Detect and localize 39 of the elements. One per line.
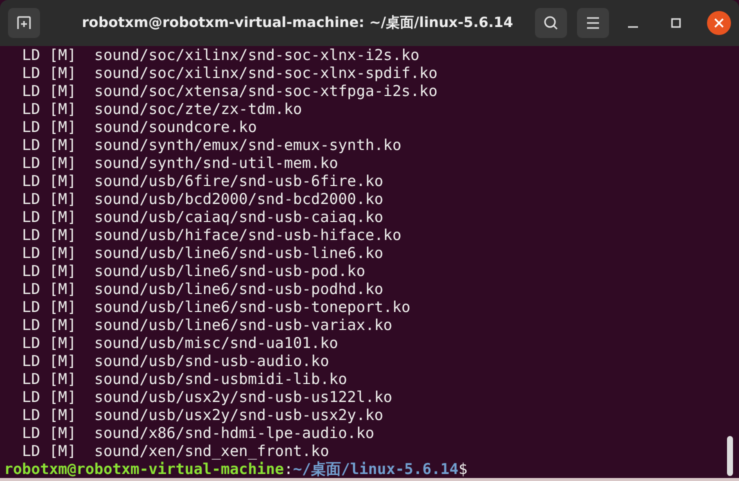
close-button[interactable]	[707, 11, 731, 35]
maximize-icon	[671, 18, 681, 28]
scrollbar-thumb[interactable]	[727, 436, 733, 476]
output-line: LD [M] sound/usb/6fire/snd-usb-6fire.ko	[21, 172, 384, 190]
output-line: LD [M] sound/usb/line6/snd-usb-variax.ko	[21, 316, 394, 334]
output-line: LD [M] sound/usb/bcd2000/snd-bcd2000.ko	[21, 190, 384, 208]
search-icon	[543, 15, 559, 31]
output-line: LD [M] sound/usb/usx2y/snd-usb-usx2y.ko	[21, 406, 384, 424]
output-line: LD [M] sound/soc/xilinx/snd-soc-xlnx-i2s.ko	[21, 46, 420, 64]
minimize-icon	[628, 26, 638, 28]
new-tab-icon	[16, 15, 32, 31]
new-tab-button[interactable]	[8, 8, 40, 38]
output-line: LD [M] sound/usb/line6/snd-usb-pod.ko	[21, 262, 366, 280]
output-line: LD [M] sound/soc/zte/zx-tdm.ko	[21, 100, 304, 118]
output-line: LD [M] sound/synth/snd-util-mem.ko	[21, 154, 340, 172]
prompt-path: ~/桌面/linux-5.6.14	[293, 460, 458, 478]
menu-icon	[586, 17, 600, 29]
output-line: LD [M] sound/usb/misc/snd-ua101.ko	[21, 334, 340, 352]
window-title: robotxm@robotxm-virtual-machine: ~/桌面/linux-5.6.14	[80, 14, 514, 32]
output-line: LD [M] sound/usb/line6/snd-usb-toneport.ko	[21, 298, 412, 316]
output-line: LD [M] sound/soc/xtensa/snd-soc-xtfpga-i2s.ko	[21, 82, 438, 100]
output-line: LD [M] sound/usb/snd-usbmidi-lib.ko	[21, 370, 348, 388]
output-line: LD [M] sound/soundcore.ko	[21, 118, 258, 136]
output-line: LD [M] sound/xen/snd_xen_front.ko	[21, 442, 330, 460]
output-line: LD [M] sound/usb/hiface/snd-usb-hiface.ko	[21, 226, 402, 244]
search-button[interactable]	[535, 8, 567, 38]
output-line: LD [M] sound/usb/snd-usb-audio.ko	[21, 352, 330, 370]
output-line: LD [M] sound/usb/line6/snd-usb-line6.ko	[21, 244, 384, 262]
output-line: LD [M] sound/soc/xilinx/snd-soc-xlnx-spdif.ko	[21, 64, 438, 82]
close-icon	[714, 18, 724, 28]
prompt-separator: :	[284, 460, 293, 478]
output-line: LD [M] sound/usb/caiaq/snd-usb-caiaq.ko	[21, 208, 384, 226]
output-line: LD [M] sound/synth/emux/snd-emux-synth.ko	[21, 136, 402, 154]
prompt-user: robotxm@robotxm-virtual-machine	[4, 460, 284, 478]
output-line: LD [M] sound/usb/usx2y/snd-usb-us122l.ko	[21, 388, 394, 406]
output-line: LD [M] sound/usb/line6/snd-usb-podhd.ko	[21, 280, 384, 298]
prompt-symbol: $	[458, 460, 468, 478]
output-line: LD [M] sound/x86/snd-hdmi-lpe-audio.ko	[21, 424, 376, 442]
menu-button[interactable]	[577, 8, 609, 38]
